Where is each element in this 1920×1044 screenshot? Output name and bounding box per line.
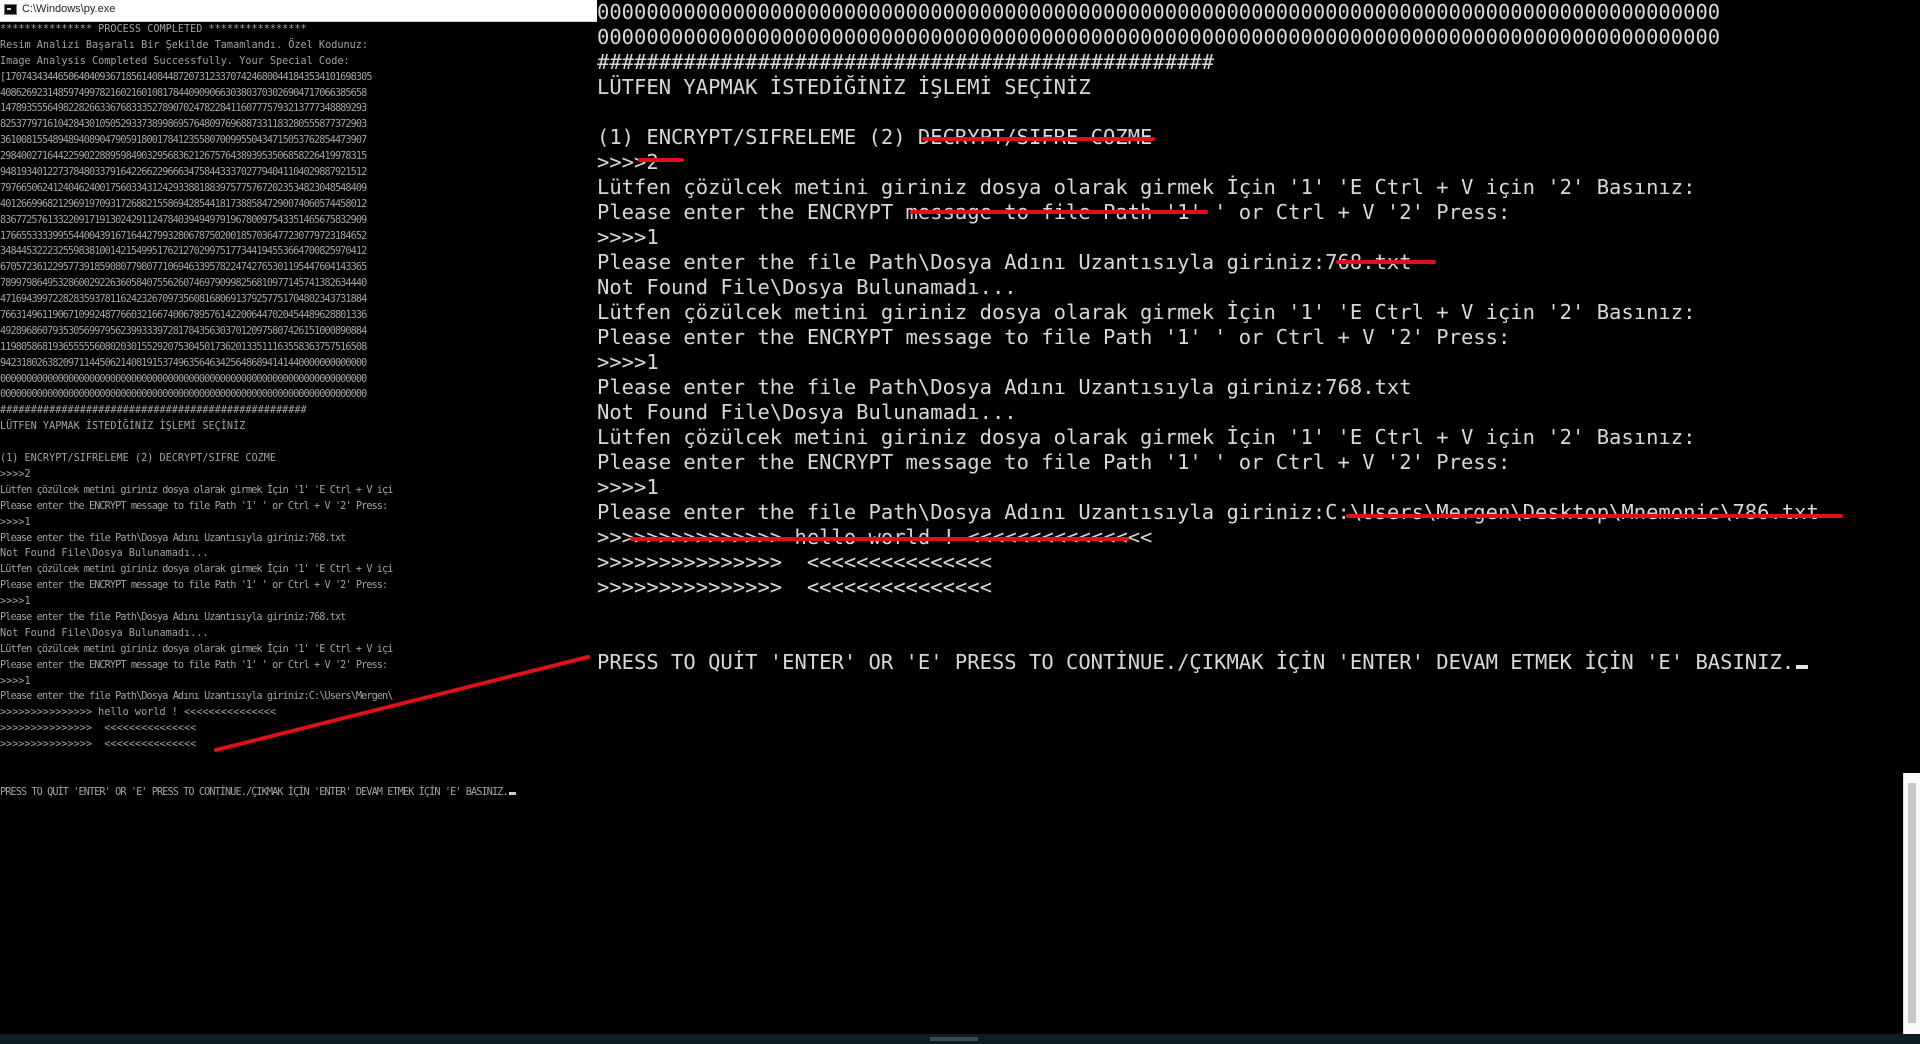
console-line: 3484453222325598381001421549951762127029… [0,246,367,258]
console-line: >>>>1 [0,516,31,528]
console-line: Please enter the file Path\Dosya Adını U… [597,500,1819,524]
console-line: Please enter the ENCRYPT message to file… [597,200,1511,224]
console-line: 1478935556498228266336768333527890702478… [0,103,367,115]
console-line: >>>>2 [597,150,659,174]
console-line: 4086269231485974997821602160108178440909… [0,87,367,99]
console-line: Lütfen çözülcek metini giriniz dosya ola… [597,425,1696,449]
console-line: 7899798649532860029226360584075562607469… [0,278,367,290]
console-line: Lütfen çözülcek metini giriniz dosya ola… [0,643,393,655]
console-line: >>>>1 [597,350,659,374]
console-line: >>>>1 [597,225,659,249]
console-line: >>>>>>>>>>>>>>> <<<<<<<<<<<<<<< [0,739,197,751]
text-cursor [1796,665,1809,669]
console-line: 1198058681936555556080203015529207530450… [0,341,367,353]
right-console-output: 0000000000000000000000000000000000000000… [597,0,1920,780]
console-line: Not Found File\Dosya Bulunamadı... [0,627,209,639]
left-console-output: *************** PROCESS COMPLETED ******… [0,22,597,1022]
console-line: Please enter the ENCRYPT message to file… [0,659,388,671]
console-line: 0000000000000000000000000000000000000000… [597,25,1721,49]
console-line: 4716943997228283593781162423267097356081… [0,294,367,306]
console-line: Please enter the file Path\Dosya Adını U… [597,250,1412,274]
console-line: 7663149611906710992487766032166740067895… [0,310,367,322]
console-line: 0000000000000000000000000000000000000000… [597,0,1721,24]
console-line: LÜTFEN YAPMAK İSTEDİĞİNİZ İŞLEMİ SEÇİNİZ [597,75,1091,99]
left-console-window[interactable]: C:\Windows\py.exe *************** PROCES… [0,0,597,1044]
console-line: >>>>>>>>>>>>>>> <<<<<<<<<<<<<<< [597,550,992,574]
console-line: 8367725761332209171913024291124784039494… [0,214,367,226]
console-line: 3610081554894894089047905918001784123558… [0,135,367,147]
console-line: 0000000000000000000000000000000000000000… [0,389,367,401]
console-line: LÜTFEN YAPMAK İSTEDİĞİNİZ İŞLEMİ SEÇİNİZ [0,421,246,433]
vertical-scrollbar[interactable] [1903,773,1920,1034]
console-line: >>>>1 [0,675,31,687]
console-line: Lütfen çözülcek metini giriniz dosya ola… [0,564,393,576]
console-line: Please enter the file Path\Dosya Adını U… [0,691,393,703]
console-line: [170743434465064040936718561408448720731… [0,71,372,83]
console-line: >>>>>>>>>>>>>>> hello world ! <<<<<<<<<<… [0,707,277,719]
console-line: >>>>>>>>>>>>>>> hello world ! <<<<<<<<<<… [597,525,1153,549]
scrollbar-thumb[interactable] [930,1037,978,1041]
console-line: >>>>1 [597,475,659,499]
console-line: Lütfen çözülcek metini giriniz dosya ola… [0,484,393,496]
scrollbar-thumb[interactable] [1908,783,1916,1023]
console-line: >>>>>>>>>>>>>>> <<<<<<<<<<<<<<< [0,723,197,735]
console-line: PRESS TO QUİT 'ENTER' OR 'E' PRESS TO CO… [0,785,597,801]
console-line: 6705723612295773918590807798077106946339… [0,262,367,274]
console-line: Resim Analizi Başaralı Bir Şekilde Tamam… [0,39,369,51]
console-line: >>>>2 [0,468,31,480]
console-line: Please enter the file Path\Dosya Adını U… [0,611,346,623]
console-line: (1) ENCRYPT/SIFRELEME (2) DECRYPT/SIFRE … [0,453,277,465]
console-line: *************** PROCESS COMPLETED ******… [0,24,307,35]
text-cursor [508,791,516,795]
console-line: 4012669968212969197093172688215586942854… [0,198,367,210]
console-line: Not Found File\Dosya Bulunamadı... [0,548,209,560]
console-line: 7976650624124046240017560334312429338818… [0,182,367,194]
console-line: ########################################… [597,50,1215,74]
console-line: Please enter the ENCRYPT message to file… [0,500,388,512]
window-titlebar[interactable]: C:\Windows\py.exe [0,0,597,22]
console-line: Not Found File\Dosya Bulunamadı... [597,400,1017,424]
console-line: Please enter the file Path\Dosya Adını U… [597,375,1412,399]
console-line: Image Analysis Completed Successfully. Y… [0,55,350,67]
console-line: >>>>>>>>>>>>>>> <<<<<<<<<<<<<<< [597,575,992,599]
console-line: 9423180263820971144506214081915374963564… [0,357,367,369]
console-line: 4928968607935305699795623993339728178435… [0,325,367,337]
console-line: 0000000000000000000000000000000000000000… [0,373,367,385]
console-line: Please enter the ENCRYPT message to file… [597,450,1511,474]
console-line: PRESS TO QUİT 'ENTER' OR 'E' PRESS TO CO… [597,650,1920,675]
console-line: 2984002716442259022889598490329568362126… [0,151,367,163]
console-line: Please enter the ENCRYPT message to file… [0,580,388,592]
console-line: 9481934012273784803379164226622966634758… [0,167,367,179]
console-line: >>>>1 [0,596,31,608]
console-line: (1) ENCRYPT/SIFRELEME (2) DECRYPT/SIFRE … [597,125,1153,149]
console-line: ########################################… [0,405,307,417]
console-line: Lütfen çözülcek metini giriniz dosya ola… [597,300,1696,324]
window-title: C:\Windows\py.exe [22,3,116,15]
console-line: 1766553333995544004391671644279932806787… [0,230,367,242]
console-line: Lütfen çözülcek metini giriniz dosya ola… [597,175,1696,199]
console-line: Please enter the ENCRYPT message to file… [597,325,1511,349]
horizontal-scrollbar[interactable] [0,1034,1920,1044]
console-line: Not Found File\Dosya Bulunamadı... [597,275,1017,299]
console-line: 8253779716104284301050529337389986957648… [0,119,367,131]
console-app-icon [4,4,17,15]
console-line: Please enter the file Path\Dosya Adını U… [0,532,346,544]
